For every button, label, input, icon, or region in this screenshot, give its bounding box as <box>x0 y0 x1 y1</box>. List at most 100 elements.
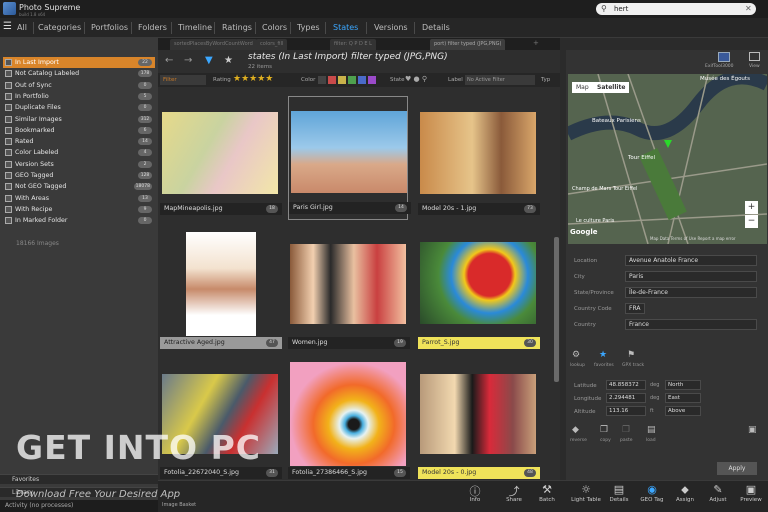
search-input[interactable]: hert <box>596 3 756 15</box>
state-item[interactable]: With Recipe 9 <box>3 204 155 215</box>
thumbnail-card[interactable]: Model 20s - 0.jpg 48 <box>418 362 540 479</box>
geo-tag-button[interactable]: ◉ GEO Tag <box>635 483 669 503</box>
state-item[interactable]: Similar Images 312 <box>3 114 155 125</box>
tab-details[interactable]: Details <box>422 20 450 36</box>
state-item[interactable]: Out of Sync 0 <box>3 80 155 91</box>
favorites-icon[interactable]: ★ <box>599 350 607 360</box>
label-filter-dropdown[interactable]: No Active Filter <box>465 75 535 85</box>
latitude-field[interactable]: 48.858372 <box>606 380 646 390</box>
doc-tab[interactable]: colors_fill <box>256 39 288 50</box>
color-filter-purple[interactable] <box>368 76 376 84</box>
country-code-field[interactable]: FRA <box>625 303 645 314</box>
color-filter-red[interactable] <box>328 76 336 84</box>
tab-folders[interactable]: Folders <box>138 20 167 36</box>
latitude-direction[interactable]: North <box>665 380 701 390</box>
state-checkbox[interactable] <box>5 59 12 66</box>
state-item[interactable]: Color Labeled 4 <box>3 147 155 158</box>
thumbnail-card[interactable]: Fotolia_27386466_S.jpg 15 <box>288 362 410 479</box>
state-item[interactable]: In Marked Folder 0 <box>3 215 155 226</box>
preview-button[interactable]: ▣ Preview <box>734 483 768 503</box>
apply-button[interactable]: Apply <box>717 462 757 475</box>
info-button[interactable]: ⓘ Info <box>458 483 492 503</box>
state-checkbox[interactable] <box>5 70 12 78</box>
details-button[interactable]: ▤ Details <box>602 483 636 503</box>
altitude-direction[interactable]: Above <box>665 406 701 416</box>
clear-search-icon[interactable]: ✕ <box>745 4 755 14</box>
state-item[interactable]: With Areas 13 <box>3 193 155 204</box>
back-arrow-icon[interactable]: ← <box>165 55 173 66</box>
color-filter-green[interactable] <box>348 76 356 84</box>
color-filter-blue[interactable] <box>358 76 366 84</box>
state-checkbox[interactable] <box>5 81 12 89</box>
state-item[interactable]: GEO Tagged 128 <box>3 170 155 181</box>
exif-icon[interactable] <box>718 52 730 62</box>
share-button[interactable]: ⤴ Share <box>497 483 531 503</box>
tab-colors[interactable]: Colors <box>262 20 287 36</box>
thumbnail-card[interactable]: Women.jpg 19 <box>288 232 410 350</box>
tab-portfolios[interactable]: Portfolios <box>91 20 128 36</box>
state-checkbox[interactable] <box>5 183 12 191</box>
state-checkbox[interactable] <box>5 217 12 225</box>
satellite-view-button[interactable]: Satellite <box>593 82 630 93</box>
state-checkbox[interactable] <box>5 205 12 213</box>
doc-tab[interactable]: sortedPlacesByWordCountWord <box>170 39 257 50</box>
state-checkbox[interactable] <box>5 104 12 112</box>
rating-stars[interactable]: ★★★★★ <box>233 74 273 84</box>
state-province-field[interactable]: Île-de-France <box>625 287 757 298</box>
star-icon[interactable]: ★ <box>224 55 233 66</box>
load-icon[interactable]: ▤ <box>647 425 656 435</box>
copy-icon[interactable]: ❐ <box>600 425 608 435</box>
doc-tab[interactable]: filter: Q P D E L <box>330 39 376 50</box>
state-checkbox[interactable] <box>5 126 12 134</box>
altitude-field[interactable]: 113.16 <box>606 406 646 416</box>
state-checkbox[interactable] <box>5 194 12 202</box>
zoom-in-button[interactable]: + <box>745 201 758 214</box>
state-checkbox[interactable] <box>5 172 12 179</box>
zoom-out-button[interactable]: − <box>745 215 758 228</box>
menu-icon[interactable]: ☰ <box>3 21 12 32</box>
longitude-direction[interactable]: East <box>665 393 701 403</box>
doc-tab-active[interactable]: port) filter typed (JPG,PNG) <box>430 39 506 50</box>
paste-icon[interactable]: ❐ <box>622 425 630 435</box>
filter-dropdown[interactable]: Filter <box>160 75 206 85</box>
state-item[interactable]: Not GEO Tagged 18078 <box>3 181 155 192</box>
color-filter-none[interactable] <box>318 76 326 84</box>
tab-versions[interactable]: Versions <box>374 20 408 36</box>
tab-categories[interactable]: Categories <box>38 20 81 36</box>
grid-scrollbar[interactable] <box>554 237 559 382</box>
thumbnail-card[interactable]: Parrot_S.jpg 30 <box>418 232 540 350</box>
tab-timeline[interactable]: Timeline <box>178 20 212 36</box>
state-checkbox[interactable] <box>5 115 12 123</box>
light-table-button[interactable]: ☼ Light Table <box>569 483 603 503</box>
batch-button[interactable]: ⚒ Batch <box>530 483 564 503</box>
state-item[interactable]: Duplicate Files 0 <box>3 102 155 113</box>
image-basket-label[interactable]: Image Basket <box>162 502 196 508</box>
city-field[interactable]: Paris <box>625 271 757 282</box>
tab-ratings[interactable]: Ratings <box>222 20 252 36</box>
location-field[interactable]: Avenue Anatole France <box>625 255 757 266</box>
state-checkbox[interactable] <box>5 149 12 157</box>
view-icon[interactable] <box>749 52 760 61</box>
state-item[interactable]: In Portfolio 5 <box>3 91 155 102</box>
add-tab-icon[interactable]: + <box>533 39 539 47</box>
color-filter-yellow[interactable] <box>338 76 346 84</box>
forward-arrow-icon[interactable]: → <box>184 55 192 66</box>
thumbnail-card-selected[interactable]: Paris Girl.jpg 14 <box>288 96 411 220</box>
country-field[interactable]: France <box>625 319 757 330</box>
heart-icon[interactable]: ♥ ● ⚲ <box>405 75 427 83</box>
thumbnail-card[interactable]: Attractive Aged.jpg 47 <box>160 232 282 350</box>
favorites-section[interactable]: Favorites <box>0 474 158 484</box>
adjust-button[interactable]: ✎ Adjust <box>701 483 735 503</box>
state-item[interactable]: Not Catalog Labeled 178 <box>3 68 155 79</box>
assign-button[interactable]: ⬥ Assign <box>668 483 702 503</box>
state-checkbox[interactable] <box>5 160 12 168</box>
location-image-icon[interactable]: ▣ <box>748 425 757 435</box>
state-checkbox[interactable] <box>5 92 12 100</box>
state-item[interactable]: Bookmarked 6 <box>3 125 155 136</box>
reverse-icon[interactable]: ◆ <box>572 425 579 435</box>
state-item[interactable]: Version Sets 2 <box>3 159 155 170</box>
state-checkbox[interactable] <box>5 138 12 146</box>
filter-icon[interactable]: ▼ <box>205 55 213 66</box>
state-item[interactable]: In Last Import 22 <box>3 57 155 68</box>
map-view-button[interactable]: Map <box>572 82 593 93</box>
